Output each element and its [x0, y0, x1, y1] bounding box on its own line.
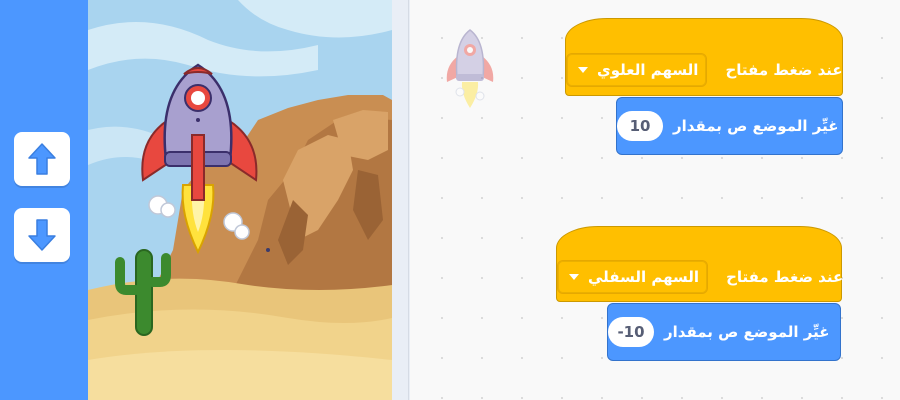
change-y-block-up[interactable]: غيِّر الموضع ص بمقدار 10 [616, 97, 843, 155]
change-y-block-down[interactable]: غيِّر الموضع ص بمقدار -10 [607, 303, 841, 361]
chevron-down-icon [569, 274, 579, 280]
arrow-up-icon [28, 143, 56, 175]
control-strip [0, 0, 88, 400]
hat-label: عند ضغط مفتاح [725, 61, 843, 79]
desert-backdrop [88, 0, 392, 400]
chevron-down-icon [578, 67, 588, 73]
key-dropdown-down[interactable]: السهم السفلي [557, 260, 709, 294]
command-label: غيِّر الموضع ص بمقدار [664, 323, 830, 341]
when-key-pressed-block-up[interactable]: عند ضغط مفتاح السهم العلوي [565, 18, 843, 96]
up-arrow-button[interactable] [14, 132, 70, 186]
code-area[interactable]: عند ضغط مفتاح السهم العلوي غيِّر الموضع … [410, 0, 900, 400]
arrow-down-icon [28, 219, 56, 251]
change-y-value-input[interactable]: -10 [608, 317, 654, 347]
stage[interactable] [88, 0, 392, 400]
sprite-thumbnail [440, 26, 500, 114]
change-y-value-input[interactable]: 10 [617, 111, 663, 141]
hat-label: عند ضغط مفتاح [726, 268, 844, 286]
command-label: غيِّر الموضع ص بمقدار [673, 117, 839, 135]
key-dropdown-up[interactable]: السهم العلوي [566, 53, 708, 87]
down-arrow-button[interactable] [14, 208, 70, 262]
rocket-ghost-icon [446, 29, 494, 108]
panel-divider-line [408, 0, 409, 400]
when-key-pressed-block-down[interactable]: عند ضغط مفتاح السهم السفلي [556, 226, 844, 302]
